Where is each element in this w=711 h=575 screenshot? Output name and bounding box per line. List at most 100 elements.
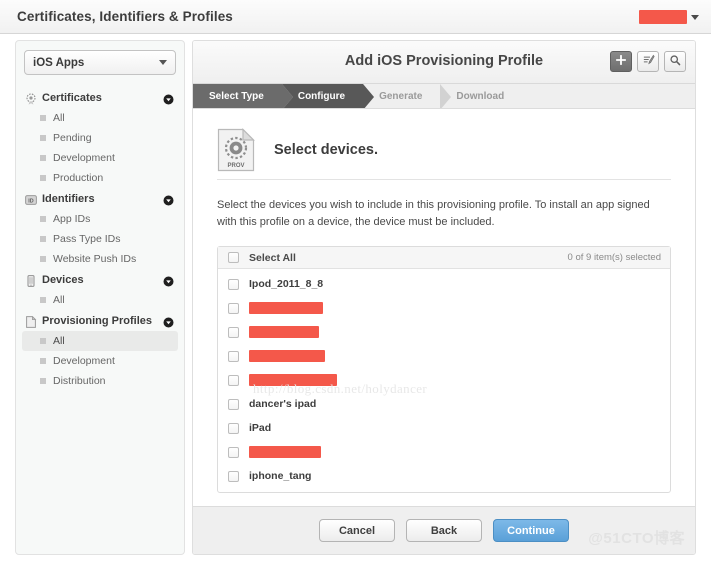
wizard-step-label: Configure — [297, 90, 346, 102]
device-checkbox[interactable] — [228, 446, 239, 458]
edit-pencil-icon — [642, 53, 655, 71]
device-phone-icon — [25, 274, 37, 287]
device-checkbox[interactable] — [228, 350, 239, 362]
sidebar-group-identifiers[interactable]: ID Identifiers — [16, 188, 184, 209]
sidebar-item-label: Production — [53, 172, 104, 184]
device-name: iPad — [249, 422, 272, 435]
device-checkbox[interactable] — [228, 326, 239, 338]
sidebar-item-all[interactable]: All — [22, 331, 178, 351]
device-name-redacted — [249, 446, 321, 459]
device-row[interactable]: Ipod_2011_8_8 — [218, 272, 670, 296]
sidebar-item-all[interactable]: All — [22, 290, 178, 310]
device-checkbox[interactable] — [228, 398, 239, 410]
sidebar-item-label: App IDs — [53, 213, 91, 225]
bullet-icon — [40, 135, 46, 141]
sidebar-group-label: Identifiers — [42, 192, 95, 205]
device-checkbox[interactable] — [228, 374, 239, 386]
sidebar-item-pending[interactable]: Pending — [22, 128, 178, 148]
sidebar-group-label: Provisioning Profiles — [42, 314, 153, 327]
device-row[interactable]: iphone_tang — [218, 464, 670, 488]
device-row[interactable]: iPad — [218, 416, 670, 440]
sidebar: iOS Apps Certificates All Pending Developme… — [15, 40, 185, 555]
prov-profile-document-icon: PROV — [217, 127, 255, 171]
device-row[interactable] — [218, 440, 670, 464]
sidebar-item-development[interactable]: Development — [22, 148, 178, 168]
sidebar-item-label: All — [53, 294, 65, 306]
sidebar-item-label: Development — [53, 355, 115, 367]
device-row[interactable]: dancer's ipad — [218, 392, 670, 416]
continue-button[interactable]: Continue — [493, 519, 569, 542]
section-description: Select the devices you wish to include i… — [217, 199, 650, 229]
cancel-button[interactable]: Cancel — [319, 519, 395, 542]
device-rows: Ipod_2011_8_8 dancer's ipad iPad iphone_tan… — [218, 269, 670, 492]
watermark-site: @51CTO博客 — [588, 530, 685, 547]
platform-select[interactable]: iOS Apps — [24, 50, 176, 75]
sidebar-group-label: Certificates — [42, 91, 102, 104]
sidebar-nav: Certificates All Pending Development Product… — [16, 87, 184, 391]
search-button[interactable] — [664, 51, 686, 72]
page-title: Certificates, Identifiers & Profiles — [17, 9, 233, 24]
device-list-header: Select All 0 of 9 item(s) selected — [218, 247, 670, 270]
sidebar-item-distribution[interactable]: Distribution — [22, 371, 178, 391]
main-header: Add iOS Provisioning Profile — [193, 41, 695, 84]
chevron-down-circle-icon[interactable] — [163, 274, 174, 287]
bullet-icon — [40, 358, 46, 364]
sidebar-item-development[interactable]: Development — [22, 351, 178, 371]
account-menu[interactable] — [639, 10, 699, 24]
title-bar: Certificates, Identifiers & Profiles — [0, 0, 711, 34]
sidebar-item-pass-type-ids[interactable]: Pass Type IDs — [22, 229, 178, 249]
bullet-icon — [40, 236, 46, 242]
wizard-step-download[interactable]: Download — [440, 84, 523, 108]
chevron-down-icon — [691, 14, 699, 20]
sidebar-item-label: Pass Type IDs — [53, 233, 121, 245]
app-window: Certificates, Identifiers & Profiles iOS… — [0, 0, 711, 575]
account-name-redacted — [639, 10, 687, 24]
device-row[interactable] — [218, 296, 670, 320]
device-row[interactable] — [218, 368, 670, 392]
prov-icon-label: PROV — [227, 163, 244, 169]
device-checkbox[interactable] — [228, 278, 239, 290]
step-arrow-icon — [440, 84, 451, 108]
wizard-step-configure[interactable]: Configure — [281, 84, 375, 108]
step-arrow-icon — [363, 84, 375, 108]
sidebar-group-certificates[interactable]: Certificates — [16, 87, 184, 108]
edit-button[interactable] — [637, 51, 659, 72]
device-name-redacted — [249, 374, 337, 387]
sidebar-item-label: All — [53, 335, 65, 347]
device-row[interactable] — [218, 344, 670, 368]
device-list: Select All 0 of 9 item(s) selected Ipod_… — [217, 246, 671, 494]
bullet-icon — [40, 378, 46, 384]
device-checkbox[interactable] — [228, 470, 239, 482]
bullet-icon — [40, 338, 46, 344]
section-header: PROV Select devices. — [193, 109, 695, 175]
bullet-icon — [40, 216, 46, 222]
sidebar-group-devices[interactable]: Devices — [16, 269, 184, 290]
sidebar-item-app-ids[interactable]: App IDs — [22, 209, 178, 229]
bullet-icon — [40, 115, 46, 121]
wizard-step-label: Generate — [379, 90, 423, 102]
sidebar-item-label: Development — [53, 152, 115, 164]
sidebar-item-production[interactable]: Production — [22, 168, 178, 188]
bullet-icon — [40, 175, 46, 181]
chevron-down-circle-icon[interactable] — [163, 92, 174, 105]
chevron-down-circle-icon[interactable] — [163, 315, 174, 328]
wizard-step-select-type[interactable]: Select Type — [193, 84, 293, 108]
wizard-step-generate[interactable]: Generate — [363, 84, 452, 108]
chevron-down-circle-icon[interactable] — [163, 193, 174, 206]
device-checkbox[interactable] — [228, 302, 239, 314]
main-toolbar — [610, 51, 686, 72]
select-all-checkbox[interactable] — [228, 252, 239, 264]
sidebar-item-website-push-ids[interactable]: Website Push IDs — [22, 249, 178, 269]
svg-text:ID: ID — [28, 198, 33, 204]
main-panel: Add iOS Provisioning Profile Select Type… — [192, 40, 696, 555]
search-icon — [669, 53, 681, 71]
sidebar-item-label: Pending — [53, 132, 92, 144]
sidebar-group-provisioning-profiles[interactable]: Provisioning Profiles — [16, 310, 184, 331]
device-checkbox[interactable] — [228, 422, 239, 434]
device-row[interactable] — [218, 320, 670, 344]
device-name-redacted — [249, 350, 325, 363]
back-button[interactable]: Back — [406, 519, 482, 542]
sidebar-item-all[interactable]: All — [22, 108, 178, 128]
add-button[interactable] — [610, 51, 632, 72]
wizard-steps: Select Type Configure Generate Download — [193, 84, 695, 109]
